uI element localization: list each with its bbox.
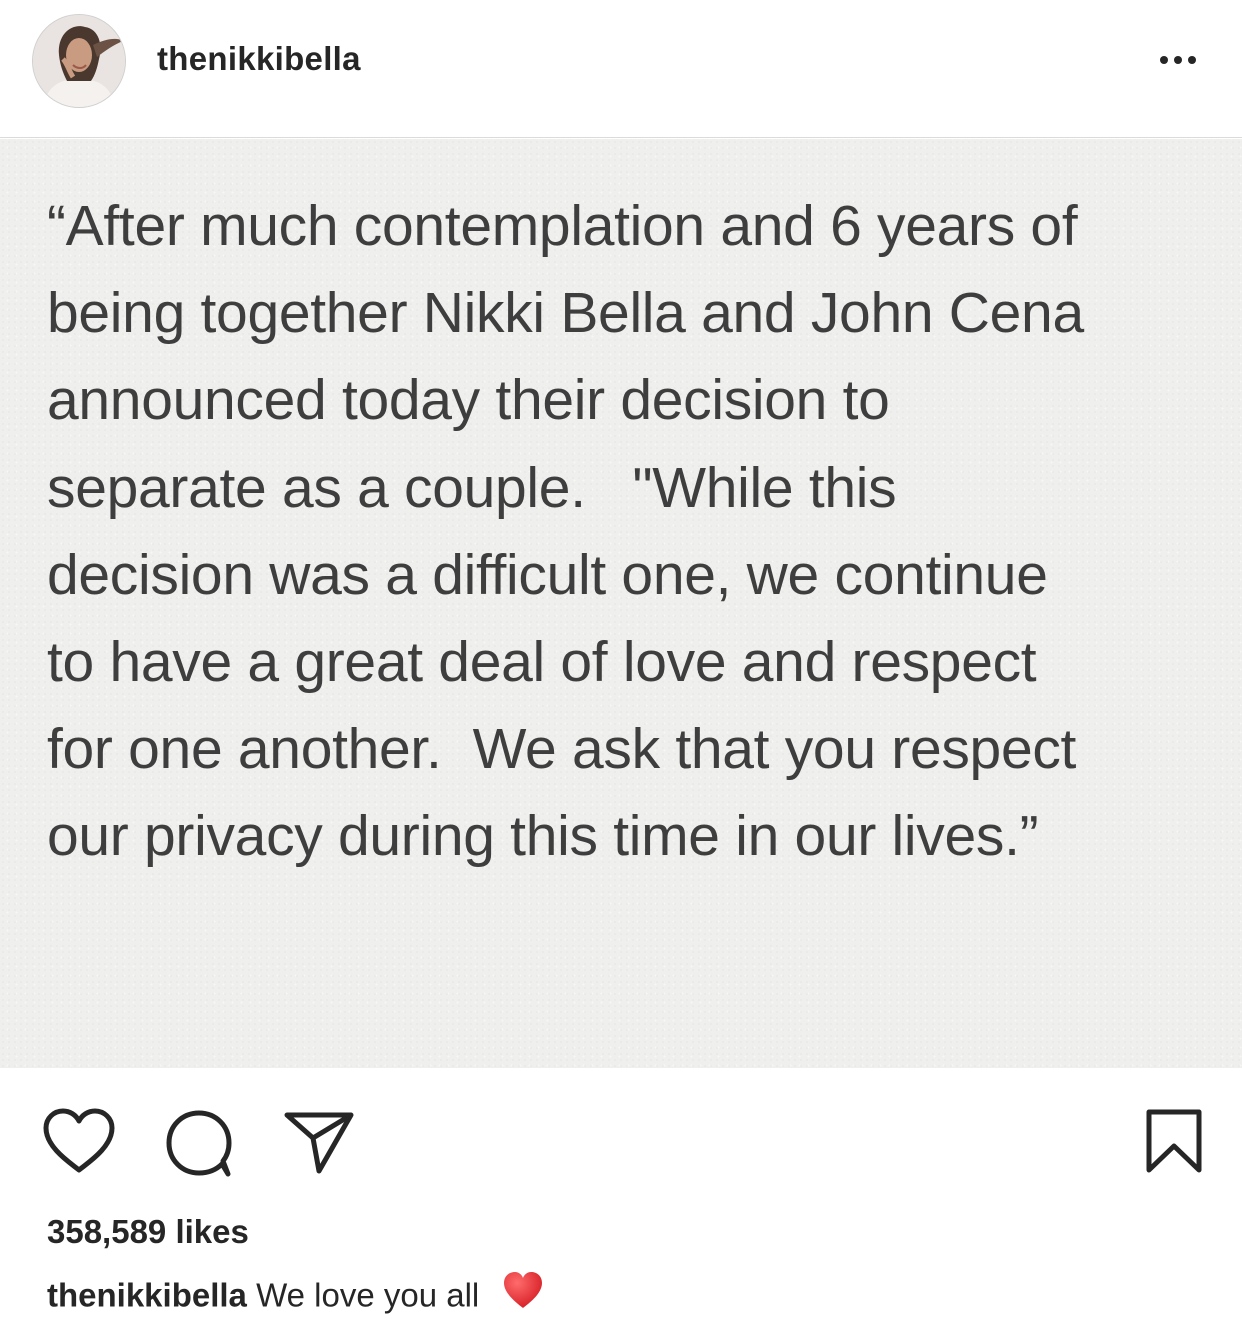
caption-username[interactable]: thenikkibella <box>47 1277 247 1314</box>
action-bar <box>0 1068 1242 1208</box>
profile-avatar[interactable] <box>32 14 126 108</box>
heart-icon[interactable] <box>42 1108 116 1174</box>
statement-line: separate as a couple. "While this <box>47 455 897 520</box>
statement-line: our privacy during this time in our live… <box>47 804 1039 869</box>
statement-line: for one another. We ask that you respect <box>47 717 1077 782</box>
post-image[interactable]: “After much contemplation and 6 years of… <box>0 139 1242 1068</box>
red-heart-emoji-icon <box>502 1270 544 1318</box>
statement-line: decision was a difficult one, we continu… <box>47 542 1048 607</box>
username[interactable]: thenikkibella <box>157 40 361 78</box>
post-header: thenikkibella <box>0 0 1242 138</box>
caption: thenikkibella We love you all <box>47 1272 544 1322</box>
more-options-icon-dot <box>1188 56 1196 64</box>
statement-line: to have a great deal of love and respect <box>47 630 1037 695</box>
avatar-image <box>33 15 125 107</box>
statement-line: “After much contemplation and 6 years of <box>47 194 1078 258</box>
statement-text: “After much contemplation and 6 years of… <box>47 183 1207 881</box>
likes-count[interactable]: 358,589 likes <box>47 1213 249 1251</box>
statement-line: announced today their decision to <box>47 368 890 433</box>
share-icon[interactable] <box>283 1110 355 1176</box>
bookmark-icon[interactable] <box>1145 1108 1203 1174</box>
more-options-icon-dot <box>1174 56 1182 64</box>
comment-icon[interactable] <box>164 1108 234 1178</box>
statement-line: being together Nikki Bella and John Cena <box>47 281 1084 346</box>
caption-text: We love you all <box>256 1276 480 1314</box>
more-options-icon <box>1160 56 1168 64</box>
more-options-button[interactable] <box>1150 40 1206 80</box>
